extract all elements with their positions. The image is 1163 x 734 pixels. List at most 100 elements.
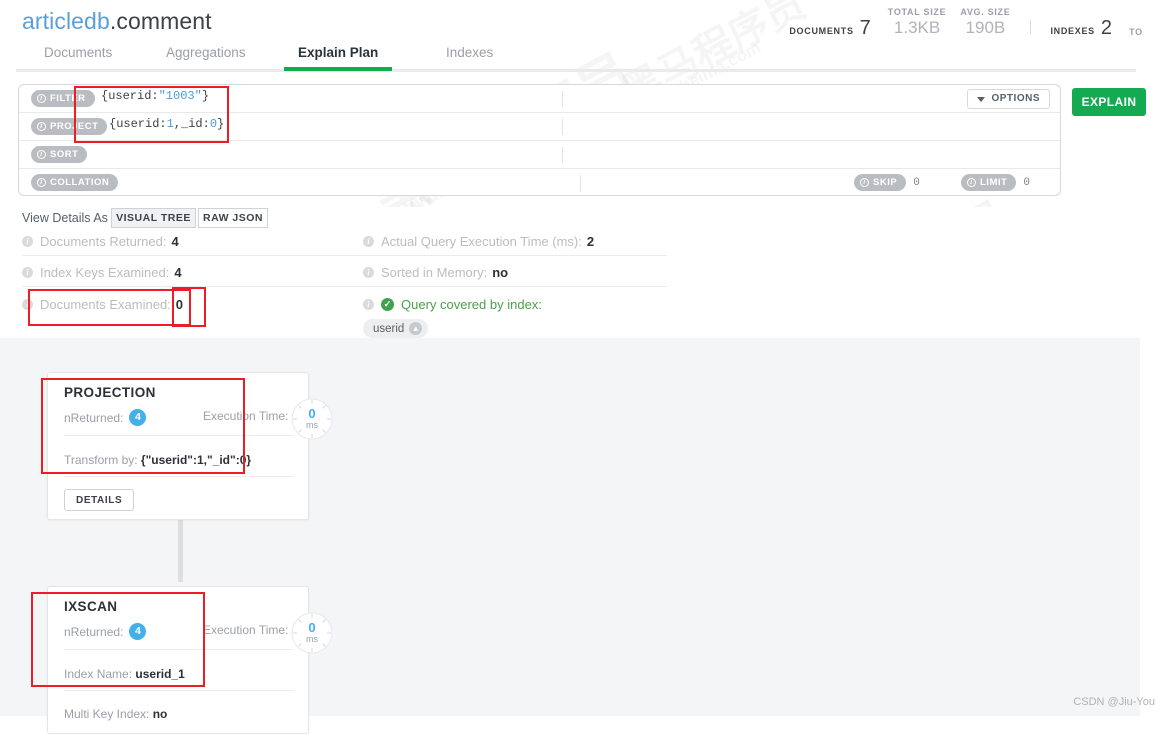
stat-avg-size-label: AVG. SIZE	[960, 7, 1011, 17]
page-header: articledb.comment DOCUMENTS 7 TOTAL SIZE…	[0, 0, 1163, 40]
projection-transform-by-value: {"userid":1,"_id":0}	[140, 453, 252, 467]
info-icon[interactable]: i	[22, 236, 33, 247]
skip-pill-label: SKIP	[873, 177, 898, 188]
stat-avg-size-value: 190B	[965, 18, 1006, 37]
stat-avg-size: AVG. SIZE 190B	[960, 6, 1010, 38]
collection-name: comment	[116, 8, 212, 34]
skip-control[interactable]: i SKIP 0	[854, 174, 920, 191]
limit-pill[interactable]: i LIMIT	[961, 174, 1017, 191]
indexes-stat-group: INDEXES 2 TO	[1030, 18, 1163, 38]
project-input[interactable]: {userid:1,_id:0}	[109, 117, 224, 131]
documents-stat-group: DOCUMENTS 7 TOTAL SIZE 1.3KB AVG. SIZE 1…	[769, 6, 1030, 38]
ixscan-rule-2	[64, 690, 294, 691]
tab-explain-plan[interactable]: Explain Plan	[284, 40, 393, 71]
query-row-sort[interactable]: i SORT	[19, 141, 1060, 169]
projection-rule-2	[64, 476, 294, 477]
ixscan-rule-1	[64, 649, 294, 650]
stat-total-size: TOTAL SIZE 1.3KB	[888, 6, 947, 38]
arrow-up-icon: ▲	[409, 322, 423, 335]
summary-sorted-in-memory: i Sorted in Memory: no	[363, 265, 508, 280]
tree-node-ixscan[interactable]: IXSCAN nReturned: 4 Execution Time: 0 ms…	[47, 586, 333, 734]
query-row-filter[interactable]: i FILTER {userid:"1003"} OPTIONS	[19, 85, 1060, 113]
projection-exec-gauge: 0 ms	[290, 397, 334, 441]
covered-index-chip[interactable]: userid ▲	[363, 319, 429, 338]
projection-nreturned-value: 4	[129, 409, 147, 426]
info-icon[interactable]: i	[363, 299, 374, 310]
view-toggle-raw-json-label: RAW JSON	[202, 212, 263, 224]
summary-sorted-in-memory-label: Sorted in Memory:	[381, 265, 488, 280]
skip-value[interactable]: 0	[913, 177, 920, 189]
summary-documents-examined-label: Documents Examined:	[40, 297, 171, 312]
collation-row-divider	[580, 175, 581, 191]
tab-indexes[interactable]: Indexes	[446, 40, 493, 70]
info-icon: i	[37, 150, 46, 159]
ixscan-exec-label: Execution Time:	[203, 623, 289, 637]
query-bar-area: i FILTER {userid:"1003"} OPTIONS i PROJE…	[10, 84, 1153, 196]
tree-node-projection[interactable]: PROJECTION nReturned: 4 Execution Time:	[47, 372, 333, 520]
projection-nreturned: nReturned: 4	[64, 409, 147, 426]
limit-control[interactable]: i LIMIT 0	[961, 174, 1030, 191]
collation-pill-label: COLLATION	[50, 177, 110, 188]
tab-aggregations[interactable]: Aggregations	[166, 40, 246, 70]
explain-button[interactable]: EXPLAIN	[1072, 88, 1146, 116]
sort-row-divider	[562, 147, 563, 163]
info-icon: i	[37, 178, 46, 187]
view-toggle-visual-tree[interactable]: VISUAL TREE	[111, 208, 196, 228]
collection-stats: DOCUMENTS 7 TOTAL SIZE 1.3KB AVG. SIZE 1…	[769, 4, 1163, 38]
projection-details-button-label: DETAILS	[76, 494, 123, 506]
info-icon[interactable]: i	[363, 267, 374, 278]
options-button-label: OPTIONS	[991, 93, 1040, 104]
query-bar: i FILTER {userid:"1003"} OPTIONS i PROJE…	[18, 84, 1061, 196]
summary-documents-examined-value: 0	[175, 297, 184, 312]
tab-active-underline	[284, 67, 393, 71]
summary-documents-examined: i Documents Examined: 0	[22, 297, 183, 312]
view-toggle-visual-tree-label: VISUAL TREE	[116, 212, 191, 224]
filter-pill[interactable]: i FILTER	[31, 90, 95, 107]
query-row-collation[interactable]: i COLLATION i SKIP 0 i LIMIT 0	[19, 169, 1060, 197]
explain-visual-tree: PROJECTION nReturned: 4 Execution Time:	[0, 338, 1140, 734]
summary-index-keys-examined-label: Index Keys Examined:	[40, 265, 170, 280]
project-pill[interactable]: i PROJECT	[31, 118, 108, 135]
filter-input[interactable]: {userid:"1003"}	[101, 89, 209, 103]
tab-explain-plan-label: Explain Plan	[298, 45, 379, 60]
filter-pill-label: FILTER	[50, 93, 86, 104]
sort-pill-label: SORT	[50, 149, 79, 160]
projection-exec-label: Execution Time:	[203, 409, 289, 423]
projection-exec-unit: ms	[306, 420, 318, 430]
projection-transform-by-label: Transform by:	[64, 453, 138, 467]
ixscan-exec-value: 0	[308, 620, 316, 635]
view-toggle-raw-json[interactable]: RAW JSON	[198, 208, 268, 228]
tab-documents[interactable]: Documents	[44, 40, 112, 70]
info-icon[interactable]: i	[22, 299, 33, 310]
query-row-project[interactable]: i PROJECT {userid:1,_id:0}	[19, 113, 1060, 141]
filter-row-divider	[562, 91, 563, 107]
info-icon: i	[37, 122, 46, 131]
summary-sorted-in-memory-value: no	[492, 265, 509, 280]
summary-rule-left-2	[22, 286, 667, 287]
stat-documents: DOCUMENTS 7	[789, 18, 870, 38]
collation-pill[interactable]: i COLLATION	[31, 174, 119, 191]
ixscan-nreturned-label: nReturned:	[64, 624, 124, 639]
summary-query-covered-label: Query covered by index:	[401, 297, 542, 312]
stat-total-size-value: 1.3KB	[893, 18, 941, 37]
projection-transform-by: Transform by: {"userid":1,"_id":0}	[64, 453, 251, 467]
limit-value[interactable]: 0	[1023, 177, 1030, 189]
skip-pill[interactable]: i SKIP	[854, 174, 907, 191]
ixscan-index-name-label: Index Name:	[64, 667, 133, 681]
sort-pill[interactable]: i SORT	[31, 146, 88, 163]
summary-index-keys-examined: i Index Keys Examined: 4	[22, 265, 182, 280]
options-button[interactable]: OPTIONS	[967, 89, 1050, 109]
ixscan-nreturned-value: 4	[129, 623, 147, 640]
view-details-bar: View Details As VISUAL TREE RAW JSON	[0, 207, 1163, 233]
explain-summary-panel: i Documents Returned: 4 i Index Keys Exa…	[0, 233, 1140, 338]
info-icon[interactable]: i	[22, 267, 33, 278]
project-row-divider	[562, 119, 563, 135]
projection-details-button[interactable]: DETAILS	[64, 489, 135, 511]
stat-indexes-label: INDEXES	[1050, 26, 1095, 36]
stat-clipped-label: TO	[1129, 27, 1143, 37]
info-icon: i	[967, 178, 976, 187]
namespace-title: articledb.comment	[22, 8, 212, 35]
info-icon: i	[860, 178, 869, 187]
database-name: articledb	[22, 8, 110, 34]
info-icon[interactable]: i	[363, 236, 374, 247]
